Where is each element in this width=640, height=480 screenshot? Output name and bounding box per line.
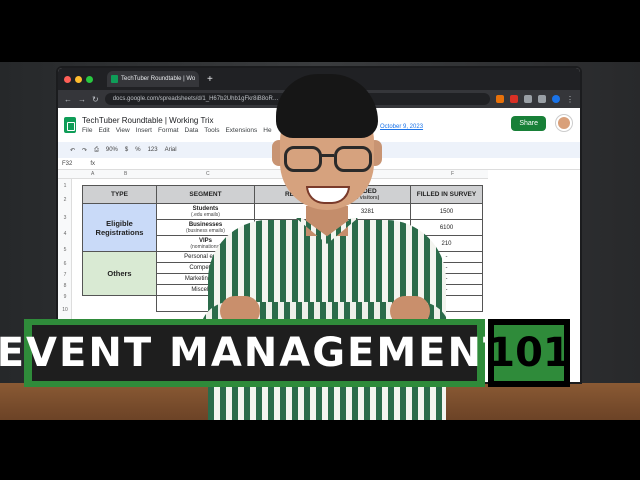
column-header[interactable]: F: [451, 171, 454, 177]
tab-title: TechTuber Roundtable | Wo: [121, 76, 196, 82]
row-header[interactable]: 4: [58, 231, 72, 237]
percent-icon[interactable]: %: [135, 147, 140, 153]
type-cell-others[interactable]: Others: [82, 251, 157, 296]
number-badge-inner: 101: [487, 325, 571, 381]
undo-icon[interactable]: ↶: [70, 147, 75, 154]
extension-icon[interactable]: [510, 95, 518, 103]
zoom-select[interactable]: 90%: [106, 147, 118, 153]
menu-format[interactable]: Format: [158, 127, 179, 134]
glasses-bridge: [320, 154, 334, 157]
glasses-lens: [334, 146, 372, 172]
type-cell-eligible[interactable]: Eligible Registrations: [82, 203, 157, 252]
table-header-type: TYPE: [82, 185, 157, 204]
menu-file[interactable]: File: [82, 127, 92, 134]
number-badge: 101: [487, 319, 571, 387]
maximize-window-icon[interactable]: [86, 75, 93, 83]
title-banner: EVENT MANAGEMENT: [0, 319, 510, 387]
extension-icon[interactable]: [496, 95, 504, 103]
menu-view[interactable]: View: [116, 127, 130, 134]
menu-insert[interactable]: Insert: [136, 127, 152, 134]
row-header[interactable]: 1: [58, 183, 72, 189]
number-text: 101: [487, 330, 571, 376]
row-header[interactable]: 7: [58, 272, 72, 278]
forward-arrow-icon[interactable]: →: [78, 95, 86, 104]
row-header[interactable]: 10: [58, 307, 72, 313]
browser-tab[interactable]: TechTuber Roundtable | Wo: [107, 71, 199, 87]
close-window-icon[interactable]: [64, 75, 71, 83]
letterbox-bottom: [0, 420, 640, 480]
share-button[interactable]: Share: [511, 116, 546, 131]
number-format-select[interactable]: 123: [148, 147, 158, 153]
row-header[interactable]: 6: [58, 261, 72, 267]
sheets-favicon-icon: [111, 75, 118, 83]
reload-icon[interactable]: ↻: [92, 95, 99, 104]
row-header[interactable]: 9: [58, 294, 72, 300]
menu-edit[interactable]: Edit: [98, 127, 109, 134]
font-select[interactable]: Arial: [165, 147, 177, 153]
currency-icon[interactable]: $: [125, 147, 128, 153]
letterbox-top: [0, 0, 640, 62]
profile-icon[interactable]: [552, 95, 560, 103]
title-banner-inner: EVENT MANAGEMENT: [0, 325, 510, 381]
glasses-lens: [284, 146, 322, 172]
title-text: EVENT MANAGEMENT: [0, 330, 513, 376]
row-header[interactable]: 5: [58, 247, 72, 253]
empty-cell: [83, 296, 157, 312]
row-header[interactable]: 2: [58, 197, 72, 203]
hair: [276, 74, 378, 138]
redo-icon[interactable]: ↷: [82, 147, 87, 154]
row-header[interactable]: 8: [58, 283, 72, 289]
thumbnail-frame: TechTuber Roundtable | Wo + ← → ↻ docs.g…: [0, 0, 640, 480]
minimize-window-icon[interactable]: [75, 75, 82, 83]
sheets-logo-icon[interactable]: [64, 117, 76, 133]
extension-icon[interactable]: [524, 95, 532, 103]
menu-data[interactable]: Data: [185, 127, 199, 134]
cell-reference[interactable]: F32: [62, 161, 72, 167]
back-arrow-icon[interactable]: ←: [64, 95, 72, 104]
column-header[interactable]: A: [91, 171, 94, 177]
row-header[interactable]: 3: [58, 215, 72, 221]
more-menu-icon[interactable]: ⋮: [566, 95, 574, 104]
user-avatar[interactable]: [556, 115, 572, 131]
print-icon[interactable]: ⎙: [94, 147, 99, 154]
extension-icon[interactable]: [538, 95, 546, 103]
fx-icon: fx: [90, 160, 96, 167]
column-header[interactable]: B: [124, 171, 127, 177]
